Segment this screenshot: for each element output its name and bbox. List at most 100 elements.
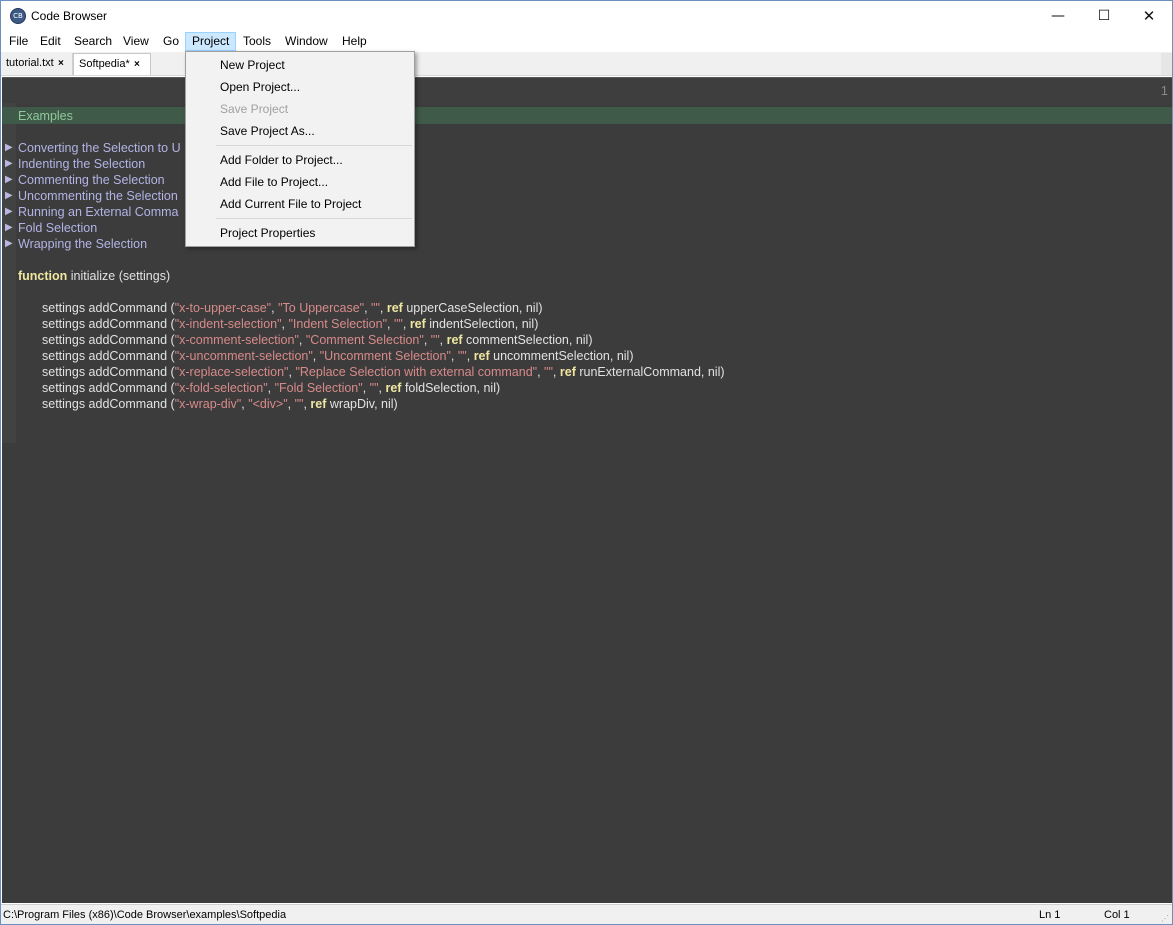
- code-args: foldSelection, nil): [401, 381, 501, 395]
- fold-arrow-icon[interactable]: ▶: [5, 190, 13, 201]
- status-file-path: C:\Program Files (x86)\Code Browser\exam…: [3, 909, 287, 921]
- project-dropdown-menu: New Project Open Project... Save Project…: [185, 51, 415, 247]
- code-sep: ,: [466, 349, 474, 363]
- code-string: "": [393, 317, 403, 331]
- menu-separator: [216, 218, 412, 219]
- code-sep: ,: [402, 317, 410, 331]
- code-sep: ,: [362, 381, 370, 395]
- menu-item-new-project[interactable]: New Project: [220, 58, 285, 72]
- code-line: settings addCommand ("x-fold-selection",…: [42, 380, 500, 396]
- code-sep: ,: [267, 381, 275, 395]
- menu-item-add-file[interactable]: Add File to Project...: [220, 175, 328, 189]
- code-call: settings addCommand (: [42, 317, 175, 331]
- menu-item-add-current-file[interactable]: Add Current File to Project: [220, 197, 361, 211]
- fold-item[interactable]: Uncommenting the Selection: [18, 188, 178, 204]
- menu-edit[interactable]: Edit: [34, 32, 67, 51]
- menu-search[interactable]: Search: [68, 32, 118, 51]
- keyword-ref: ref: [310, 397, 327, 411]
- code-string: "<div>": [248, 397, 288, 411]
- fold-item[interactable]: Wrapping the Selection: [18, 236, 147, 252]
- code-string: "x-uncomment-selection": [174, 349, 313, 363]
- keyword-ref: ref: [446, 333, 463, 347]
- tab-label: Softpedia*: [79, 58, 130, 70]
- menu-item-project-properties[interactable]: Project Properties: [220, 226, 315, 240]
- menu-window[interactable]: Window: [279, 32, 334, 51]
- fold-arrow-icon[interactable]: ▶: [5, 222, 13, 233]
- tab-softpedia[interactable]: Softpedia* ×: [73, 53, 151, 75]
- line-number: 1: [1160, 83, 1168, 98]
- fold-arrow-icon[interactable]: ▶: [5, 206, 13, 217]
- code-args: wrapDiv, nil): [326, 397, 398, 411]
- code-sep: ,: [439, 333, 447, 347]
- menu-go[interactable]: Go: [157, 32, 185, 51]
- code-string: "": [457, 349, 467, 363]
- code-sep: ,: [423, 333, 431, 347]
- keyword-ref: ref: [473, 349, 490, 363]
- tab-close-icon[interactable]: ×: [58, 53, 64, 74]
- menu-item-save-project-as[interactable]: Save Project As...: [220, 124, 315, 138]
- function-signature: initialize (settings): [67, 269, 171, 283]
- code-string: "x-to-upper-case": [174, 301, 272, 315]
- menu-project[interactable]: Project: [185, 32, 237, 51]
- code-sep: ,: [287, 397, 295, 411]
- code-sep: ,: [552, 365, 560, 379]
- menu-view[interactable]: View: [117, 32, 155, 51]
- code-line: settings addCommand ("x-to-upper-case", …: [42, 300, 543, 316]
- code-sep: ,: [364, 301, 372, 315]
- fold-item[interactable]: Fold Selection: [18, 220, 97, 236]
- code-string: "": [371, 301, 380, 315]
- tab-bar: tutorial.txt × Softpedia* ×: [1, 52, 1172, 76]
- code-sep: ,: [312, 349, 320, 363]
- keyword-ref: ref: [385, 381, 402, 395]
- function-declaration: function initialize (settings): [18, 268, 170, 284]
- title-bar: CB Code Browser — ☐ ✕: [1, 1, 1172, 32]
- status-bar: C:\Program Files (x86)\Code Browser\exam…: [1, 904, 1172, 924]
- code-sep: ,: [450, 349, 458, 363]
- section-title: Examples: [18, 109, 73, 123]
- fold-arrow-icon[interactable]: ▶: [5, 174, 13, 185]
- fold-item[interactable]: Indenting the Selection: [18, 156, 145, 172]
- tab-label: tutorial.txt: [6, 57, 54, 69]
- keyword-ref: ref: [409, 317, 426, 331]
- menu-item-open-project[interactable]: Open Project...: [220, 80, 300, 94]
- editor-gutter: [2, 103, 16, 443]
- code-string: "": [369, 381, 379, 395]
- minimize-button[interactable]: —: [1035, 1, 1081, 32]
- code-line: settings addCommand ("x-indent-selection…: [42, 316, 538, 332]
- maximize-button[interactable]: ☐: [1081, 1, 1127, 32]
- tab-close-icon[interactable]: ×: [134, 54, 140, 75]
- menu-tools[interactable]: Tools: [237, 32, 277, 51]
- code-args: runExternalCommand, nil): [575, 365, 725, 379]
- code-line: settings addCommand ("x-replace-selectio…: [42, 364, 725, 380]
- code-args: commentSelection, nil): [462, 333, 593, 347]
- code-args: indentSelection, nil): [425, 317, 539, 331]
- code-string: "": [544, 365, 553, 379]
- code-string: "Uncomment Selection": [319, 349, 451, 363]
- fold-arrow-icon[interactable]: ▶: [5, 158, 13, 169]
- current-line-highlight: [2, 107, 1172, 124]
- menu-file[interactable]: File: [3, 32, 34, 51]
- status-line: Ln 1: [1039, 909, 1061, 921]
- window-title: Code Browser: [31, 9, 108, 23]
- code-args: uncommentSelection, nil): [489, 349, 634, 363]
- menu-help[interactable]: Help: [336, 32, 373, 51]
- fold-arrow-icon[interactable]: ▶: [5, 142, 13, 153]
- fold-item[interactable]: Converting the Selection to U: [18, 140, 181, 156]
- code-args: upperCaseSelection, nil): [402, 301, 543, 315]
- code-call: settings addCommand (: [42, 365, 175, 379]
- code-sep: ,: [298, 333, 306, 347]
- resize-grip-icon[interactable]: ⋰: [1161, 914, 1171, 924]
- code-string: "x-comment-selection": [174, 333, 299, 347]
- app-window: CB Code Browser — ☐ ✕ File Edit Search V…: [0, 0, 1173, 925]
- fold-arrow-icon[interactable]: ▶: [5, 238, 13, 249]
- code-call: settings addCommand (: [42, 349, 175, 363]
- fold-item[interactable]: Running an External Comma: [18, 204, 179, 220]
- close-button[interactable]: ✕: [1126, 1, 1172, 32]
- menu-separator: [216, 145, 412, 146]
- code-editor[interactable]: 1 Examples ▶ Converting the Selection to…: [2, 77, 1172, 903]
- code-string: "To Uppercase": [278, 301, 365, 315]
- tab-tutorial[interactable]: tutorial.txt ×: [1, 53, 73, 75]
- menu-item-add-folder[interactable]: Add Folder to Project...: [220, 153, 343, 167]
- editor-header-strip: 1: [2, 77, 1172, 104]
- fold-item[interactable]: Commenting the Selection: [18, 172, 165, 188]
